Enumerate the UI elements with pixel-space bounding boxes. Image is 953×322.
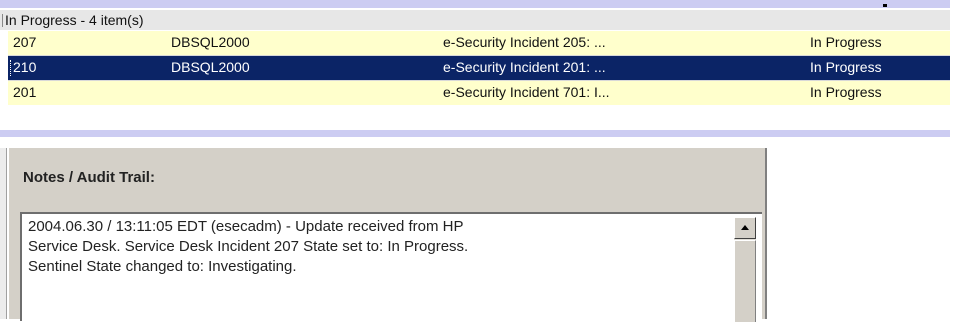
- cell-status: In Progress: [810, 59, 882, 75]
- table-row-selected[interactable]: 210 DBSQL2000 e-Security Incident 201: .…: [8, 56, 950, 80]
- notes-line: Service Desk. Service Desk Incident 207 …: [28, 238, 469, 255]
- cell-title: e-Security Incident 205: ...: [443, 34, 606, 50]
- resize-mark: [883, 4, 887, 7]
- notes-line: 2004.06.30 / 13:11:05 EDT (esecadm) - Up…: [28, 218, 464, 235]
- incident-list: In Progress - 4 item(s) 207 DBSQL2000 e-…: [0, 0, 953, 143]
- notes-panel: Notes / Audit Trail: 2004.06.30 / 13:11:…: [0, 148, 783, 322]
- group-header-in-progress[interactable]: In Progress - 4 item(s): [0, 10, 950, 30]
- cell-server: DBSQL2000: [171, 34, 250, 50]
- cell-title: e-Security Incident 201: ...: [443, 59, 606, 75]
- panel-left-edge: [0, 148, 7, 319]
- panel-right-edge: [767, 148, 783, 319]
- cell-server: DBSQL2000: [171, 59, 250, 75]
- cell-id: 207: [13, 34, 37, 50]
- notes-content: 2004.06.30 / 13:11:05 EDT (esecadm) - Up…: [28, 217, 718, 277]
- cell-status: In Progress: [810, 84, 882, 100]
- notes-line: Sentinel State changed to: Investigating…: [28, 258, 297, 275]
- group-header-tick: [2, 14, 3, 27]
- vertical-scrollbar[interactable]: [734, 217, 756, 322]
- scroll-up-button[interactable]: [734, 217, 756, 239]
- notes-title: Notes / Audit Trail:: [23, 169, 155, 186]
- panel-left-highlight: [7, 148, 9, 319]
- focus-indicator: [10, 60, 12, 76]
- cell-id: 201: [13, 84, 37, 100]
- cell-status: In Progress: [810, 34, 882, 50]
- cell-id: 210: [13, 59, 37, 75]
- notes-textarea[interactable]: 2004.06.30 / 13:11:05 EDT (esecadm) - Up…: [20, 212, 762, 322]
- scrollbar-thumb[interactable]: [734, 240, 756, 322]
- group-header-label: In Progress - 4 item(s): [5, 12, 144, 28]
- cell-title: e-Security Incident 701: I...: [443, 84, 610, 100]
- arrow-up-icon: [741, 225, 749, 230]
- table-row[interactable]: 207 DBSQL2000 e-Security Incident 205: .…: [8, 31, 950, 55]
- grid-bottom-border: [0, 130, 950, 137]
- table-row[interactable]: 201 e-Security Incident 701: I... In Pro…: [8, 81, 950, 105]
- grid-top-border: [0, 0, 950, 8]
